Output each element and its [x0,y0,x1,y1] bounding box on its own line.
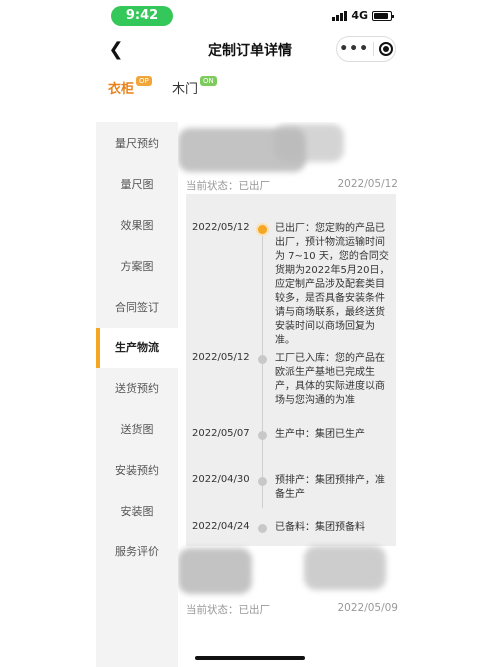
timeline-dot [258,524,267,533]
timeline-dot [258,431,267,440]
timeline-date: 2022/05/07 [192,428,250,439]
sidebar-item-delivery-booking[interactable]: 送货预约 [96,369,178,409]
sidebar-item-delivery-photos[interactable]: 送货图 [96,410,178,450]
logistics-timeline: 2022/05/12 已出厂：您定购的产品已出厂，预计物流运输时间为 7~10 … [186,194,396,546]
close-target-icon[interactable] [378,42,393,56]
sidebar-item-rendering[interactable]: 效果图 [96,206,178,246]
sidebar-item-contract[interactable]: 合同签订 [96,288,178,328]
timeline-dot [258,355,267,364]
timeline-date: 2022/05/12 [192,352,250,363]
more-icon[interactable]: ••• [339,41,369,57]
home-indicator [195,656,305,660]
tab-wardrobe-label: 衣柜 [108,82,135,97]
sidebar-item-install-booking[interactable]: 安装预约 [96,451,178,491]
sidebar-item-review[interactable]: 服务评价 [96,532,178,572]
timeline-date: 2022/05/12 [192,222,250,233]
timeline-date: 2022/04/30 [192,474,250,485]
timeline-text: 工厂已入库：您的产品在欧派生产基地已完成生产，具体的实际进度以商场与您沟通的为准 [275,353,385,406]
tab-wardrobe[interactable]: 衣柜 OP [108,76,152,97]
status-bar: 9:42 4G [96,0,404,32]
sidebar: 量尺预约 量尺图 效果图 方案图 合同签订 生产物流 送货预约 送货图 安装预约… [96,122,178,667]
sidebar-item-measure-booking[interactable]: 量尺预约 [96,124,178,164]
timeline-text: 生产中：集团已生产 [275,429,365,440]
mini-program-capsule: ••• [336,36,396,62]
order-status: 当前状态：已出厂 [186,604,270,616]
tab-door-badge: ON [200,76,217,86]
order-status: 当前状态：已出厂 [186,180,270,192]
tab-wardrobe-badge: OP [136,76,152,86]
timeline-date: 2022/04/24 [192,521,250,532]
signal-icon [332,10,348,21]
tab-door-label: 木门 [172,82,199,97]
capsule-divider [373,42,375,56]
timeline-text: 已备料：集团预备料 [275,522,365,533]
timeline-dot [258,477,267,486]
product-tabs: 衣柜 OP 木门 ON [96,74,404,112]
redacted-region [178,548,252,594]
network-type: 4G [351,9,368,22]
sidebar-item-install-photos[interactable]: 安装图 [96,492,178,532]
nav-bar: ❮ 定制订单详情 ••• [96,32,404,68]
redacted-region [274,124,344,162]
sidebar-item-production[interactable]: 生产物流 [96,328,178,368]
order-date: 2022/05/12 [337,178,398,190]
sidebar-item-measure-drawing[interactable]: 量尺图 [96,165,178,205]
phone-screen: 9:42 4G ❮ 定制订单详情 ••• 衣柜 OP 木门 ON 量尺预约 量尺… [96,0,404,667]
battery-icon [372,10,394,21]
status-time: 9:42 [111,6,173,26]
timeline-text: 已出厂：您定购的产品已出厂，预计物流运输时间为 7~10 天，您的合同交货期为2… [275,223,390,346]
main-content: 当前状态：已出厂 2022/05/12 2022/05/12 已出厂：您定购的产… [178,122,404,667]
sidebar-item-plan-drawing[interactable]: 方案图 [96,247,178,287]
tab-door[interactable]: 木门 ON [172,76,217,97]
timeline-line [262,228,263,508]
order-date: 2022/05/09 [337,602,398,614]
status-indicators: 4G [332,9,394,22]
redacted-region [304,546,386,590]
timeline-text: 预排产：集团预排产，准备生产 [275,475,385,500]
timeline-dot-current [258,225,267,234]
